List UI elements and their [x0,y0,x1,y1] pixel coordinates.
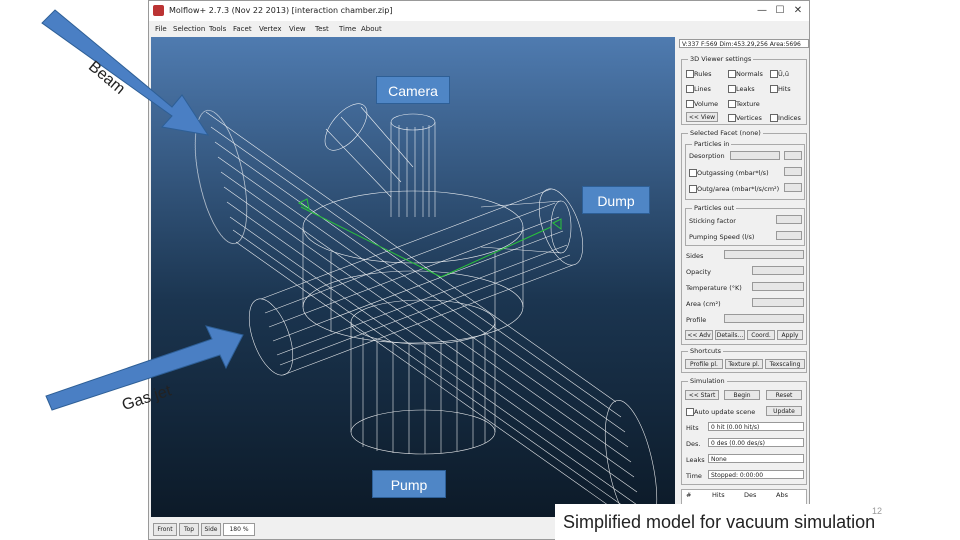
page-number: 12 [872,506,883,516]
caption-text: Simplified model for vacuum simulation [563,512,876,532]
pump-callout: Pump [372,470,446,498]
dump-callout: Dump [582,186,650,214]
beam-arrow [41,9,210,136]
annotation-arrows [41,9,244,411]
camera-callout: Camera [376,76,450,104]
slide-caption: Simplified model for vacuum simulation [555,504,960,540]
